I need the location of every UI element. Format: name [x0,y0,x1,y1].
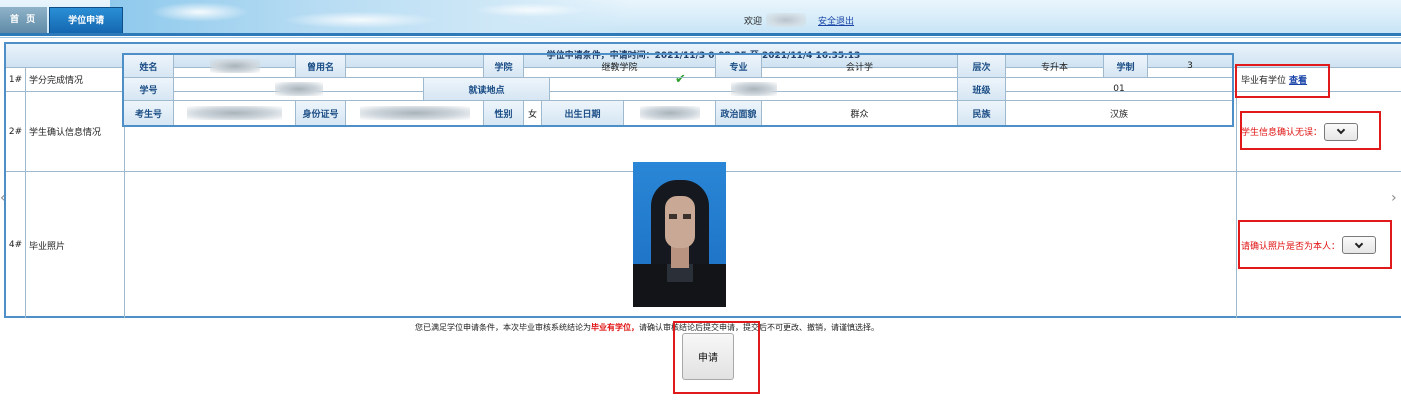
class-value: 01 [1113,84,1125,94]
redacted-value [187,106,282,120]
notice-prefix: 您已满足学位申请条件，本次毕业审核系统结论为 [415,323,591,332]
tab-degree-application[interactable]: 学位申请 [49,7,124,33]
study-place-value [550,78,958,100]
chevron-down-icon [1354,239,1364,248]
political-value: 群众 [762,101,958,125]
row-number: 1# [6,68,26,91]
former-name-label: 曾用名 [296,55,346,77]
row-number: 2# [6,92,26,171]
major-label: 专业 [716,55,762,77]
row-label: 学生确认信息情况 [26,92,125,171]
welcome-area: 欢迎 安全退出 [744,13,854,27]
college-value: 继教学院 [524,55,716,77]
name-value [174,55,296,77]
ethnic-label: 民族 [958,101,1006,125]
major-value: 会计学 [762,55,958,77]
tab-home[interactable]: 首 页 [0,7,48,33]
student-id-value [174,78,424,100]
photo-neck [671,246,689,268]
student-info-table: 姓名 曾用名 学院 继教学院 专业 会计学 层次 专升本 学制 3 学号 就读地… [122,53,1234,127]
duration-label: 学制 [1104,55,1148,77]
gender-value: 女 [524,101,542,125]
name-label: 姓名 [124,55,174,77]
level-value: 专升本 [1006,55,1104,77]
confirm-photo-label: 请确认照片是否为本人： [1241,241,1341,252]
id-card-label: 身份证号 [296,101,346,125]
level-label: 层次 [958,55,1006,77]
redacted-value [639,106,700,120]
info-row-2: 学号 就读地点 班级 01 [124,78,1232,101]
username-redacted [766,13,807,27]
duration-value: 3 [1187,61,1193,71]
apply-button[interactable]: 申请 [682,333,734,380]
credits-result: 毕业有学位 查看 [1237,68,1401,91]
ethnic-value: 汉族 [1109,109,1128,120]
exam-id-value [174,101,296,125]
redacted-value [274,82,323,96]
confirm-photo-select[interactable] [1342,236,1377,254]
student-info-confirm: 学生信息确认无误： [1237,92,1401,171]
degree-result-text: 毕业有学位 [1241,76,1287,86]
college-label: 学院 [484,55,524,77]
view-link[interactable]: 查看 [1289,73,1307,86]
study-place-label: 就读地点 [424,78,550,100]
student-id-label: 学号 [124,78,174,100]
confirm-info-label: 学生信息确认无误： [1241,128,1323,138]
confirm-info-select[interactable] [1324,122,1359,141]
class-label: 班级 [958,78,1006,100]
photo-eye [669,214,677,219]
scroll-left-indicator: ‹ [0,190,6,206]
submission-notice: 您已满足学位申请条件，本次毕业审核系统结论为毕业有学位，请确认审核结论后提交申请… [415,322,879,333]
info-row-1: 姓名 曾用名 学院 继教学院 专业 会计学 层次 专升本 学制 3 [124,55,1232,78]
logout-link[interactable]: 安全退出 [818,14,854,27]
exam-id-label: 考生号 [124,101,174,125]
header-divider-thin [0,37,1401,38]
graduation-photo [633,162,726,307]
top-bar: 首 页 学位申请 欢迎 安全退出 [0,0,1401,33]
scroll-right-indicator: › [1391,190,1397,206]
redacted-value [209,59,260,73]
gender-label: 性别 [484,101,524,125]
photo-confirm: 请确认照片是否为本人： [1237,172,1401,318]
info-row-3: 考生号 身份证号 性别 女 出生日期 政治面貌 群众 民族 汉族 [124,101,1232,125]
photo-face [665,196,695,248]
birth-label: 出生日期 [542,101,624,125]
row-label: 学分完成情况 [26,68,125,91]
id-card-value [346,101,484,125]
redacted-value [730,82,777,96]
notice-suffix: 请确认审核结论后提交申请，提交后不可更改、撤销，请谨慎选择。 [639,323,879,332]
redacted-value [359,106,470,120]
header-banner-decoration [110,0,630,33]
header-divider [0,33,1401,36]
welcome-label: 欢迎 [744,16,763,27]
photo-eye [683,214,691,219]
nav-tabs: 首 页 学位申请 [0,7,124,33]
chevron-down-icon [1336,125,1346,135]
birth-value [624,101,716,125]
row-label: 毕业照片 [26,172,125,318]
row-number: 4# [6,172,26,318]
former-name-value [346,55,484,77]
notice-highlight: 毕业有学位， [591,323,639,332]
political-label: 政治面貌 [716,101,762,125]
